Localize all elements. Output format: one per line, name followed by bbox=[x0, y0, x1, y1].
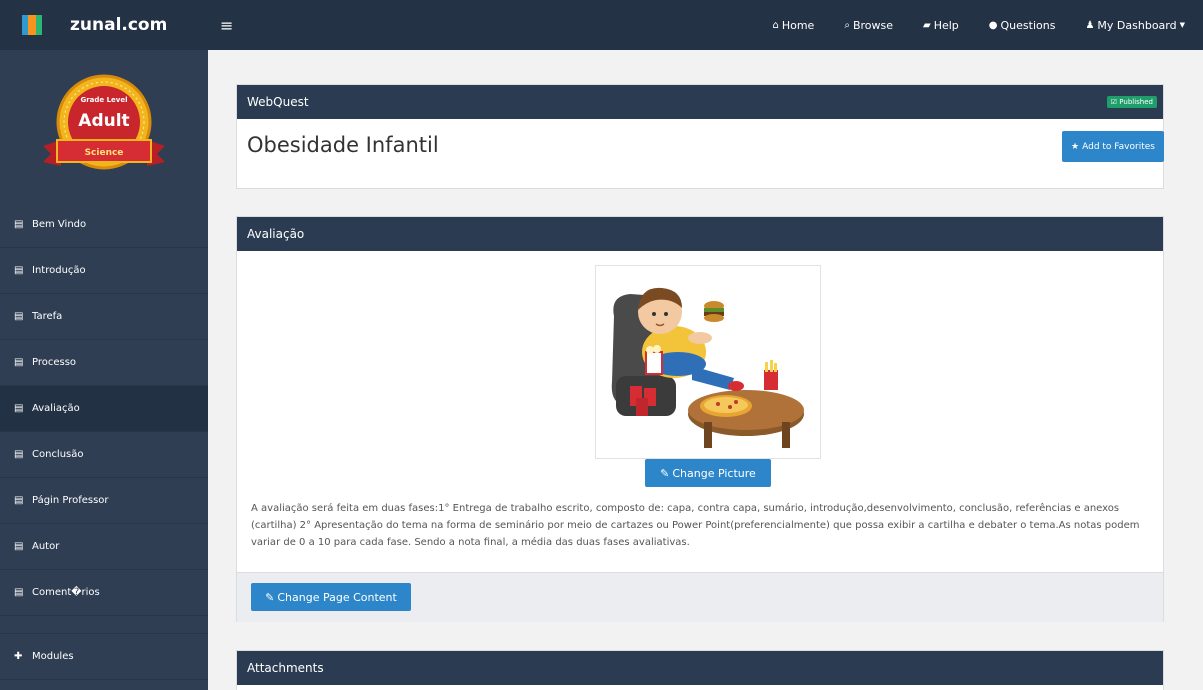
sidebar-item-label: Avaliação bbox=[32, 403, 80, 414]
nav-home-label: Home bbox=[781, 18, 815, 32]
nav-questions-label: Questions bbox=[1000, 18, 1056, 32]
sidebar-item-label: Conclusão bbox=[32, 449, 84, 460]
sidebar-item-modules[interactable]: ✚ Modules bbox=[0, 634, 208, 680]
pencil-icon: ✎ bbox=[660, 466, 670, 480]
nav-dashboard-label: My Dashboard bbox=[1097, 18, 1177, 32]
sidebar-item-label: Págin Professor bbox=[32, 495, 109, 506]
sidebar-item-conclusao[interactable]: ▤ Conclusão bbox=[0, 432, 208, 478]
section-header-label: Avaliação bbox=[247, 227, 305, 241]
nav-browse-label: Browse bbox=[852, 18, 893, 32]
section-content-text: A avaliação será feita em duas fases:1° … bbox=[251, 503, 1140, 548]
sidebar-item-pagina-professor[interactable]: ▤ Págin Professor bbox=[0, 478, 208, 524]
webquest-panel: WebQuest ☑ Published Obesidade Infantil … bbox=[236, 84, 1164, 189]
page-icon: ▤ bbox=[14, 495, 24, 506]
page-icon: ▤ bbox=[14, 311, 24, 322]
sidebar-divider bbox=[0, 616, 208, 634]
status-badge-label: Published bbox=[1119, 98, 1153, 106]
sidebar-item-label: Introdução bbox=[32, 265, 86, 276]
top-nav-links: ⌂ Home ⌕ Browse ▰ Help ● Questions ♟ My … bbox=[742, 0, 1203, 50]
change-page-content-label: Change Page Content bbox=[277, 590, 397, 604]
section-panel-footer: ✎ Change Page Content bbox=[237, 572, 1163, 622]
page-title: Obesidade Infantil bbox=[247, 133, 439, 157]
webquest-panel-body: Obesidade Infantil ★ Add to Favorites bbox=[237, 119, 1164, 189]
page-icon: ▤ bbox=[14, 219, 24, 230]
sidebar-item-bem-vindo[interactable]: ▤ Bem Vindo bbox=[0, 202, 208, 248]
logo-icon bbox=[22, 15, 42, 35]
top-navbar: zunal.com ≡ ⌂ Home ⌕ Browse ▰ Help ● Que… bbox=[0, 0, 1203, 50]
badge-subject-text: Science bbox=[85, 148, 124, 158]
sidebar-item-label: Bem Vindo bbox=[32, 219, 87, 230]
attachments-header-label: Attachments bbox=[247, 661, 324, 675]
nav-browse[interactable]: ⌕ Browse bbox=[844, 19, 893, 32]
grade-badge-graphic: Grade Level Adult Science bbox=[43, 74, 165, 170]
sidebar-item-tarefa[interactable]: ▤ Tarefa bbox=[0, 294, 208, 340]
sidebar-item-introducao[interactable]: ▤ Introdução bbox=[0, 248, 208, 294]
sidebar-item-label: Coment�rios bbox=[32, 587, 100, 598]
add-to-favorites-button[interactable]: ★ Add to Favorites bbox=[1062, 131, 1164, 162]
sidebar-modules-label: Modules bbox=[32, 651, 74, 662]
book-icon: ▰ bbox=[923, 19, 931, 31]
main-content: WebQuest ☑ Published Obesidade Infantil … bbox=[208, 50, 1203, 690]
sidebar-item-comentarios[interactable]: ▤ Coment�rios bbox=[0, 570, 208, 616]
sidebar-item-label: Tarefa bbox=[32, 311, 63, 322]
grade-badge: Grade Level Adult Science bbox=[0, 50, 208, 202]
sidebar-item-label: Autor bbox=[32, 541, 60, 552]
page-icon: ▤ bbox=[14, 541, 24, 552]
section-panel: Avaliação ✎ Change Picture A avaliação s… bbox=[236, 216, 1164, 622]
webquest-panel-header: WebQuest ☑ Published bbox=[237, 85, 1163, 119]
check-square-icon: ☑ bbox=[1110, 98, 1118, 106]
nav-help-label: Help bbox=[933, 18, 959, 32]
page-icon: ▤ bbox=[14, 265, 24, 276]
attachments-panel-header: Attachments bbox=[237, 651, 1163, 685]
add-to-favorites-label: Add to Favorites bbox=[1082, 141, 1155, 152]
sidebar-item-processo[interactable]: ▤ Processo bbox=[0, 340, 208, 386]
webquest-header-label: WebQuest bbox=[247, 95, 309, 109]
caret-down-icon: ▼ bbox=[1179, 21, 1185, 29]
badge-level-text: Adult bbox=[78, 111, 129, 131]
brand-name: zunal.com bbox=[70, 15, 168, 35]
sidebar: Grade Level Adult Science ▤ Bem Vindo ▤ … bbox=[0, 50, 208, 690]
status-badge: ☑ Published bbox=[1106, 96, 1157, 108]
plus-icon: ✚ bbox=[14, 651, 23, 662]
sidebar-item-label: Processo bbox=[32, 357, 77, 368]
sidebar-item-autor[interactable]: ▤ Autor bbox=[0, 524, 208, 570]
attachments-panel: Attachments bbox=[236, 650, 1164, 690]
section-illustration bbox=[595, 265, 821, 459]
star-icon: ★ bbox=[1071, 141, 1080, 152]
change-picture-label: Change Picture bbox=[672, 466, 756, 480]
page-icon: ▤ bbox=[14, 357, 24, 368]
section-panel-header: Avaliação bbox=[237, 217, 1163, 251]
change-page-content-button[interactable]: ✎ Change Page Content bbox=[251, 583, 411, 611]
nav-help[interactable]: ▰ Help bbox=[923, 19, 959, 32]
page-icon: ▤ bbox=[14, 587, 24, 598]
nav-questions[interactable]: ● Questions bbox=[989, 19, 1056, 32]
brand-logo[interactable]: zunal.com bbox=[0, 0, 210, 50]
badge-top-text: Grade Level bbox=[80, 96, 127, 104]
pencil-icon: ✎ bbox=[265, 590, 275, 604]
change-picture-button[interactable]: ✎ Change Picture bbox=[645, 459, 771, 487]
hamburger-icon[interactable]: ≡ bbox=[220, 16, 233, 35]
home-icon: ⌂ bbox=[772, 19, 779, 31]
page-icon: ▤ bbox=[14, 403, 24, 414]
nav-home[interactable]: ⌂ Home bbox=[772, 19, 814, 32]
page-icon: ▤ bbox=[14, 449, 24, 460]
search-icon: ⌕ bbox=[844, 19, 850, 31]
comments-icon: ● bbox=[988, 19, 998, 31]
obese-child-illustration bbox=[611, 287, 804, 448]
nav-dashboard[interactable]: ♟ My Dashboard ▼ bbox=[1085, 19, 1185, 32]
sidebar-item-avaliacao[interactable]: ▤ Avaliação bbox=[0, 386, 208, 432]
user-icon: ♟ bbox=[1085, 19, 1095, 31]
